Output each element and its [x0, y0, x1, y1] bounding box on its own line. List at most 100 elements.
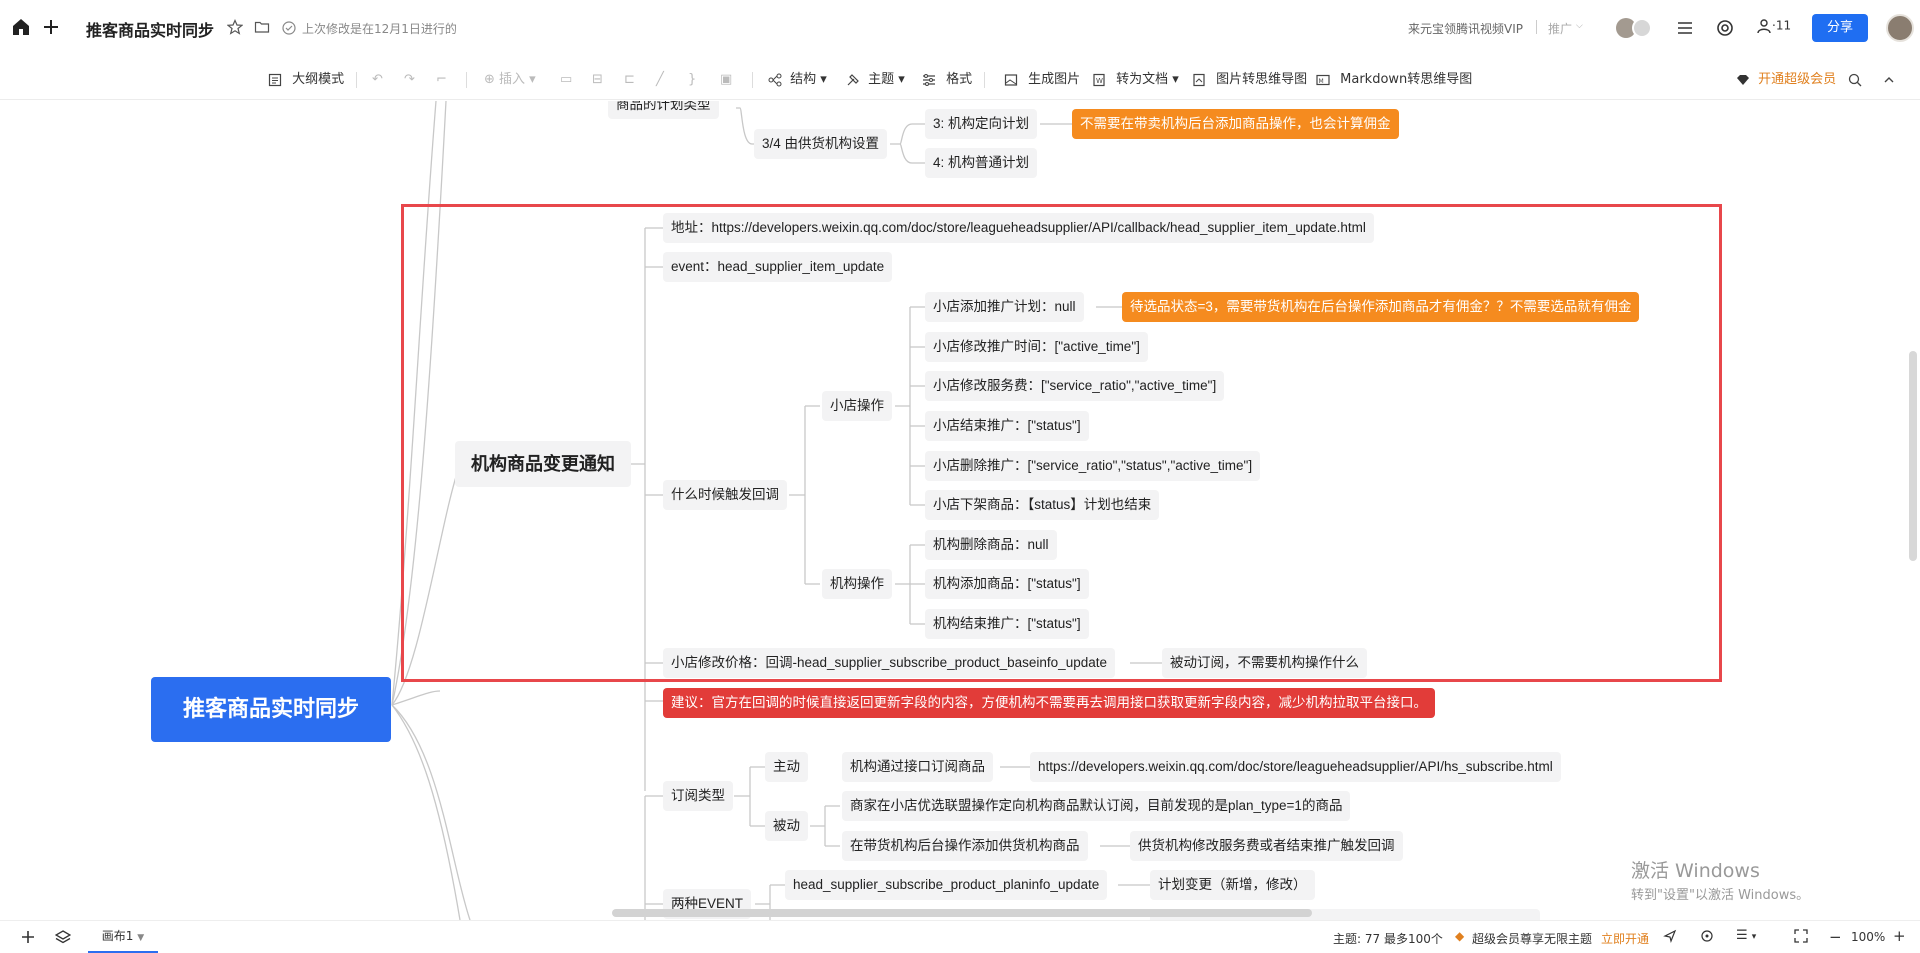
bottom-bar: 画布1 ▼ 主题: 77 最多100个 ◆ 超级会员尊享无限主题 立即开通 ☰ … — [0, 920, 1920, 953]
navigate-icon[interactable] — [1663, 929, 1677, 946]
mindmap-node[interactable]: 什么时候触发回调 — [663, 480, 787, 510]
collaborator-avatar[interactable] — [1632, 18, 1652, 38]
mindmap-node[interactable]: 小店结束推广：["status"] — [925, 411, 1089, 441]
top-bar: 推客商品实时同步 上次修改是在12月1日进行的 来元宝领腾讯视频VIP 推广 ⌵… — [0, 0, 1920, 56]
mindmap-node[interactable]: 小店修改推广时间：["active_time"] — [925, 332, 1148, 362]
mindmap-node[interactable]: 小店修改价格：回调-head_supplier_subscribe_produc… — [663, 648, 1115, 678]
divider — [466, 72, 467, 88]
collapse-toolbar-icon[interactable] — [1882, 60, 1896, 100]
locate-icon[interactable] — [1700, 929, 1714, 946]
zoom-level[interactable]: 100% — [1851, 930, 1885, 944]
promo-link[interactable]: 推广 — [1548, 20, 1572, 37]
canvas-tab[interactable]: 画布1 ▼ — [88, 921, 158, 953]
mindmap-node[interactable]: 小店操作 — [822, 391, 892, 421]
mindmap-node[interactable]: 机构操作 — [822, 569, 892, 599]
mindmap-node[interactable]: 小店删除推广：["service_ratio","status","active… — [925, 451, 1261, 481]
mindmap-node[interactable]: 商品的计划类型 — [608, 101, 719, 119]
mindmap-node[interactable]: head_supplier_subscribe_product_planinfo… — [785, 870, 1108, 900]
chevron-down-icon: ▼ — [137, 933, 145, 943]
format-button[interactable]: 格式 — [922, 60, 972, 100]
mindmap-node[interactable]: https://developers.weixin.qq.com/doc/sto… — [1030, 752, 1561, 782]
mindmap-node[interactable]: 小店下架商品：【status】计划也结束 — [925, 490, 1160, 520]
zoom-in-icon[interactable]: + — [1893, 927, 1906, 945]
mindmap-node[interactable]: 小店修改服务费：["service_ratio","active_time"] — [925, 371, 1225, 401]
mindmap-node[interactable]: 商家在小店优选联盟操作定向机构商品默认订阅，目前发现的是plan_type=1的… — [842, 791, 1351, 821]
share-button[interactable]: 分享 — [1812, 14, 1868, 42]
vip-promo-text: 超级会员尊享无限主题 — [1472, 932, 1593, 946]
toolbar: 大纲模式 ↶ ↷ ⌐ ⊕ 插入 ▾ ▭ ⊟ ⊏ ╱ } ▣ 结构 ▾ 主题 ▾ … — [0, 60, 1920, 100]
collaborators-button[interactable]: ·11 — [1756, 18, 1791, 34]
markdown-to-mindmap-button[interactable]: M Markdown转思维导图 — [1316, 60, 1472, 100]
divider — [984, 72, 985, 88]
mindmap-node[interactable]: event：head_supplier_item_update — [663, 252, 893, 282]
chevron-down-icon: ⌵ — [1576, 21, 1583, 31]
list-menu-icon[interactable]: ☰ ▾ — [1736, 928, 1756, 943]
child-topic-icon[interactable]: ▭ — [560, 60, 572, 100]
mindmap-node[interactable]: 订阅类型 — [663, 781, 733, 811]
frame-icon[interactable]: ▣ — [720, 60, 732, 100]
mindmap-node[interactable]: 计划变更（新增，修改） — [1150, 870, 1315, 900]
mindmap-node[interactable]: 机构删除商品：null — [925, 530, 1057, 560]
mindmap-node-suggestion[interactable]: 建议：官方在回调的时候直接返回更新字段的内容，方便机构不需要再去调用接口获取更新… — [663, 688, 1435, 718]
open-vip-link[interactable]: 开通超级会员 — [1736, 60, 1836, 100]
relation-line-icon[interactable]: ╱ — [656, 60, 664, 100]
mindmap-node[interactable]: 小店添加推广计划：null — [925, 292, 1084, 322]
mindmap-node[interactable]: 在带货机构后台操作添加供货机构商品 — [842, 831, 1088, 861]
mindmap-node[interactable]: 被动 — [765, 811, 808, 841]
mindmap-node-highlight[interactable]: 待选品状态=3，需要带货机构在后台操作添加商品才有佣金？？不需要选品就有佣金 — [1122, 292, 1640, 322]
mindmap-canvas[interactable]: 商品的计划类型 3/4 由供货机构设置 3: 机构定向计划 不需要在带卖机构后台… — [0, 101, 1920, 920]
parent-topic-icon[interactable]: ⊏ — [624, 60, 635, 100]
mindmap-node[interactable]: 机构添加商品：["status"] — [925, 569, 1089, 599]
mindmap-node[interactable]: 主动 — [765, 752, 808, 782]
mindmap-node[interactable]: 机构结束推广：["status"] — [925, 609, 1089, 639]
convert-to-doc-button[interactable]: W 转为文档 ▾ — [1092, 60, 1179, 100]
home-icon[interactable] — [11, 17, 31, 41]
divider — [1536, 20, 1537, 34]
mindmap-node-highlight[interactable]: 不需要在带卖机构后台添加商品操作，也会计算佣金 — [1072, 109, 1399, 139]
last-modified-text: 上次修改是在12月1日进行的 — [302, 22, 457, 36]
activation-watermark-title: 激活 Windows — [1631, 860, 1760, 882]
comment-icon[interactable] — [1716, 19, 1734, 41]
mindmap-node[interactable]: 被动订阅，不需要机构操作什么 — [1162, 648, 1367, 678]
horizontal-scrollbar[interactable] — [612, 909, 1312, 917]
divider — [752, 72, 753, 88]
structure-button[interactable]: 结构 ▾ — [768, 60, 827, 100]
star-icon[interactable] — [226, 19, 244, 39]
vertical-scrollbar[interactable] — [1909, 351, 1917, 561]
divider — [356, 72, 357, 88]
document-title[interactable]: 推客商品实时同步 — [86, 17, 214, 41]
add-canvas-icon[interactable] — [20, 929, 36, 948]
mindmap-node[interactable]: 3/4 由供货机构设置 — [754, 129, 888, 159]
theme-button[interactable]: 主题 ▾ — [846, 60, 905, 100]
mindmap-node[interactable]: 供货机构修改服务费或者结束推广触发回调 — [1130, 831, 1403, 861]
generate-image-button[interactable]: 生成图片 — [1004, 60, 1080, 100]
redo-icon[interactable]: ↷ — [404, 60, 415, 100]
summary-icon[interactable]: } — [688, 60, 696, 100]
activation-watermark-subtitle: 转到"设置"以激活 Windows。 — [1631, 888, 1810, 903]
undo-icon[interactable]: ↶ — [372, 60, 383, 100]
user-avatar[interactable] — [1886, 14, 1914, 42]
mindmap-node-main[interactable]: 机构商品变更通知 — [455, 441, 631, 487]
mindmap-node[interactable]: 机构通过接口订阅商品 — [842, 752, 993, 782]
search-icon[interactable] — [1848, 60, 1862, 100]
svg-text:M: M — [1319, 78, 1324, 85]
vip-promo-link[interactable]: 来元宝领腾讯视频VIP — [1408, 20, 1523, 37]
mindmap-node[interactable]: 地址：https://developers.weixin.qq.com/doc/… — [663, 213, 1374, 243]
layers-icon[interactable] — [54, 929, 72, 948]
zoom-out-icon[interactable]: − — [1829, 928, 1842, 946]
insert-button[interactable]: ⊕ 插入 ▾ — [484, 60, 536, 100]
mindmap-node[interactable]: 3: 机构定向计划 — [925, 109, 1038, 139]
svg-text:W: W — [1096, 77, 1103, 85]
new-file-icon[interactable] — [41, 17, 61, 41]
sibling-topic-icon[interactable]: ⊟ — [592, 60, 603, 100]
saved-check-icon — [282, 20, 296, 39]
fit-screen-icon[interactable] — [1794, 929, 1808, 946]
menu-list-icon[interactable] — [1676, 19, 1694, 41]
folder-icon[interactable] — [254, 19, 270, 39]
outline-mode-button[interactable]: 大纲模式 — [268, 60, 344, 100]
mindmap-node[interactable]: 4: 机构普通计划 — [925, 148, 1038, 178]
open-now-link[interactable]: 立即开通 — [1601, 930, 1649, 947]
image-to-mindmap-button[interactable]: 图片转思维导图 — [1192, 60, 1307, 100]
format-painter-icon[interactable]: ⌐ — [436, 60, 447, 100]
root-topic[interactable]: 推客商品实时同步 — [151, 677, 391, 742]
